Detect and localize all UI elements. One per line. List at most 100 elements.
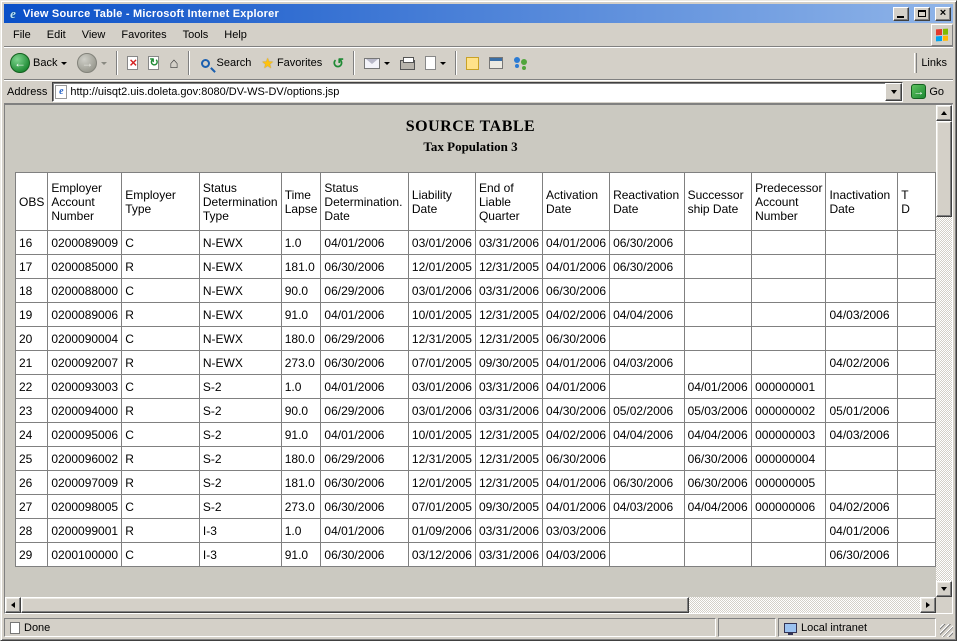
column-header: Successor ship Date (684, 173, 752, 231)
column-header: Activation Date (543, 173, 610, 231)
history-icon (332, 56, 344, 70)
table-cell: 0200094000 (48, 399, 122, 423)
menu-help[interactable]: Help (216, 26, 255, 44)
minimize-button[interactable] (893, 7, 909, 21)
refresh-icon (148, 56, 159, 70)
table-cell: 22 (16, 375, 48, 399)
window-title: View Source Table - Microsoft Internet E… (23, 8, 888, 20)
browser-window: View Source Table - Microsoft Internet E… (0, 0, 957, 641)
mail-dropdown-icon[interactable] (384, 62, 390, 65)
table-cell: N-EWX (199, 279, 281, 303)
table-cell: 000000005 (752, 471, 826, 495)
search-button[interactable]: Search (195, 55, 256, 72)
menu-favorites[interactable]: Favorites (113, 26, 174, 44)
favorites-button[interactable]: Favorites (257, 54, 326, 72)
table-row: 160200089009CN-EWX1.004/01/200603/01/200… (16, 231, 936, 255)
links-label[interactable]: Links (921, 57, 947, 69)
edit-dropdown-icon[interactable] (440, 62, 446, 65)
scroll-down-button[interactable] (936, 581, 952, 597)
print-button[interactable] (396, 54, 419, 72)
table-cell (898, 519, 936, 543)
links-grip[interactable] (914, 53, 917, 73)
table-cell: N-EWX (199, 231, 281, 255)
table-cell: 04/01/2006 (543, 471, 610, 495)
table-cell: 12/31/2005 (475, 423, 542, 447)
address-dropdown-button[interactable] (885, 83, 902, 101)
toolbar-separator (455, 51, 457, 75)
scroll-left-button[interactable] (5, 597, 21, 613)
edit-button[interactable] (421, 54, 450, 72)
toolbar-separator (353, 51, 355, 75)
notes-button[interactable] (462, 55, 483, 72)
menu-tools[interactable]: Tools (175, 26, 217, 44)
title-bar[interactable]: View Source Table - Microsoft Internet E… (4, 4, 953, 23)
messenger-button[interactable] (509, 54, 533, 72)
table-cell: 12/31/2005 (408, 447, 475, 471)
table-cell: 06/30/2006 (543, 279, 610, 303)
table-cell: 17 (16, 255, 48, 279)
refresh-button[interactable] (144, 54, 163, 72)
address-input[interactable] (70, 83, 885, 101)
resize-grip[interactable] (940, 624, 953, 637)
discuss-icon (489, 57, 503, 69)
mail-icon (364, 58, 380, 69)
table-cell: 28 (16, 519, 48, 543)
mail-button[interactable] (360, 56, 394, 71)
table-cell: 06/30/2006 (321, 471, 408, 495)
menu-view[interactable]: View (74, 26, 114, 44)
table-cell: 10/01/2005 (408, 303, 475, 327)
ie-window-icon (6, 7, 20, 21)
table-cell (898, 303, 936, 327)
column-header: OBS (16, 173, 48, 231)
back-dropdown-icon[interactable] (61, 62, 67, 65)
back-label: Back (33, 57, 57, 69)
scroll-right-button[interactable] (920, 597, 936, 613)
history-button[interactable] (328, 54, 348, 72)
table-cell: 04/03/2006 (826, 423, 898, 447)
table-cell (752, 327, 826, 351)
stop-button[interactable] (123, 54, 142, 72)
back-button[interactable]: Back (6, 51, 71, 75)
minimize-icon (897, 16, 904, 18)
table-cell: 06/30/2006 (610, 471, 685, 495)
home-button[interactable] (165, 54, 182, 73)
table-cell: 12/01/2005 (408, 471, 475, 495)
table-cell: 06/29/2006 (321, 399, 408, 423)
table-cell: 03/01/2006 (408, 375, 475, 399)
table-row: 270200098005CS-2273.006/30/200607/01/200… (16, 495, 936, 519)
horizontal-scroll-thumb[interactable] (21, 597, 689, 613)
page-subtitle: Tax Population 3 (5, 139, 936, 155)
table-cell: 000000004 (752, 447, 826, 471)
maximize-button[interactable] (914, 7, 930, 21)
table-cell: 04/02/2006 (826, 351, 898, 375)
table-cell: 06/29/2006 (321, 327, 408, 351)
table-cell: 06/30/2006 (321, 351, 408, 375)
menu-file[interactable]: File (5, 26, 39, 44)
go-button[interactable]: Go (908, 81, 950, 103)
table-cell: 06/30/2006 (684, 447, 752, 471)
table-cell: S-2 (199, 471, 281, 495)
table-cell: 16 (16, 231, 48, 255)
vertical-scroll-thumb[interactable] (936, 121, 952, 217)
right-arrow-icon (926, 602, 930, 608)
close-button[interactable] (935, 7, 951, 21)
forward-button[interactable] (73, 51, 111, 75)
table-cell: 06/30/2006 (321, 543, 408, 567)
discuss-button[interactable] (485, 55, 507, 71)
vertical-scrollbar[interactable] (936, 105, 952, 597)
scroll-up-button[interactable] (936, 105, 952, 121)
menu-edit[interactable]: Edit (39, 26, 74, 44)
column-header: End of Liable Quarter (475, 173, 542, 231)
status-progress-pane (718, 618, 776, 637)
table-cell: 09/30/2005 (475, 351, 542, 375)
table-cell: 03/03/2006 (543, 519, 610, 543)
table-cell (752, 279, 826, 303)
table-cell: 0200089006 (48, 303, 122, 327)
table-row: 240200095006CS-291.004/01/200610/01/2005… (16, 423, 936, 447)
table-cell: 12/01/2005 (408, 255, 475, 279)
page-header: SOURCE TABLE Tax Population 3 (5, 105, 936, 155)
table-cell: R (122, 303, 200, 327)
horizontal-scrollbar[interactable] (5, 597, 936, 613)
table-cell: 90.0 (281, 399, 321, 423)
table-cell: 04/03/2006 (826, 303, 898, 327)
